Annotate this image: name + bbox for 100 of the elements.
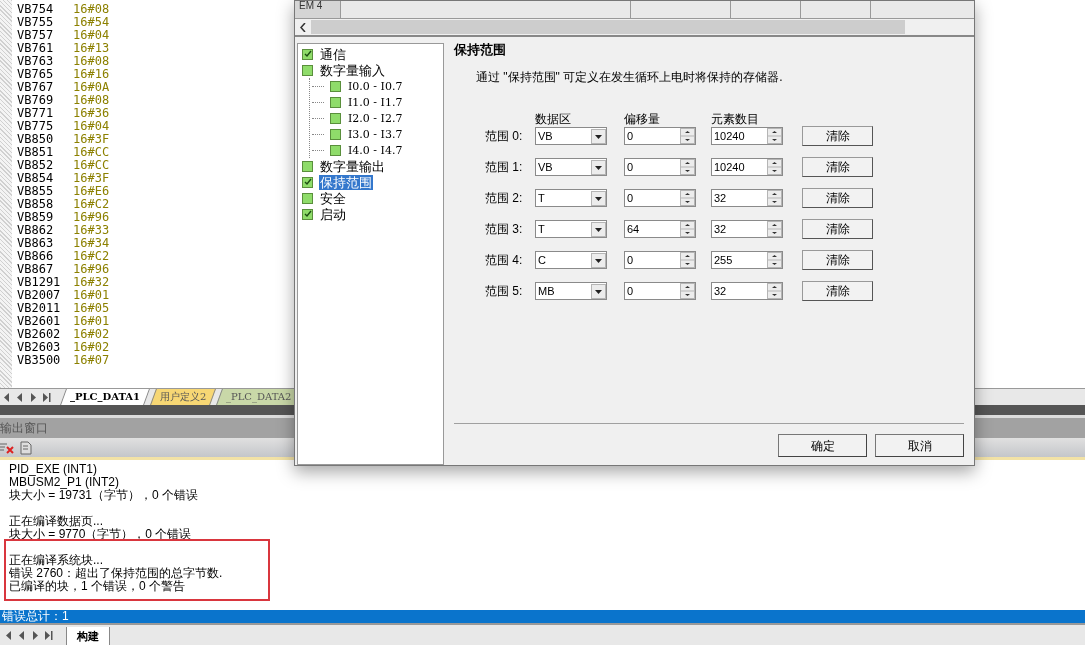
document-icon[interactable]	[20, 440, 32, 455]
output-line: 块大小 = 19731（字节），0 个错误	[9, 489, 200, 502]
clear-button[interactable]: 清除	[802, 126, 873, 146]
data-area-dropdown[interactable]: T	[535, 189, 607, 207]
tree-item[interactable]: I4.0 - I4.7	[347, 142, 404, 158]
clear-button[interactable]: 清除	[802, 188, 873, 208]
element-count-field[interactable]: 32	[711, 189, 783, 207]
address-label: VB765	[17, 68, 55, 81]
element-count-field[interactable]: 10240	[711, 158, 783, 176]
spin-arrows-icon[interactable]	[680, 128, 695, 144]
offset-field[interactable]: 0	[624, 251, 696, 269]
checkbox[interactable]	[330, 144, 341, 156]
spin-arrows-icon[interactable]	[767, 159, 782, 175]
checkbox[interactable]	[302, 208, 313, 220]
output-line: PID_EXE (INT1)	[9, 463, 99, 476]
sheet-tab[interactable]: _PLC_DATA1	[60, 389, 150, 405]
checkbox[interactable]	[302, 64, 313, 76]
clear-button[interactable]: 清除	[802, 250, 873, 270]
address-label: VB858	[17, 198, 55, 211]
spin-arrows-icon[interactable]	[767, 252, 782, 268]
data-area-dropdown[interactable]: VB	[535, 127, 607, 145]
hex-value: 16#01	[73, 315, 110, 328]
range-label: 范围 0:	[485, 128, 524, 145]
spin-arrows-icon[interactable]	[680, 159, 695, 175]
address-label: VB2007	[17, 289, 62, 302]
caret-icon	[591, 128, 606, 144]
data-area-dropdown[interactable]: T	[535, 220, 607, 238]
hex-value: 16#96	[73, 263, 110, 276]
column-header: 数据区	[535, 113, 572, 126]
spin-arrows-icon[interactable]	[680, 221, 695, 237]
hex-value: 16#13	[73, 42, 110, 55]
data-area-dropdown[interactable]: C	[535, 251, 607, 269]
description-text: 通过 "保持范围" 可定义在发生循环上电时将保持的存储器.	[475, 69, 784, 86]
spin-arrows-icon[interactable]	[767, 190, 782, 206]
checkbox[interactable]	[302, 48, 313, 60]
address-label: VB767	[17, 81, 55, 94]
offset-field[interactable]: 0	[624, 127, 696, 145]
hex-value: 16#07	[73, 354, 110, 367]
output-line: 正在编译系统块...	[9, 554, 104, 567]
hex-value: 16#08	[73, 55, 110, 68]
data-area-dropdown[interactable]: VB	[535, 158, 607, 176]
address-label: VB755	[17, 16, 55, 29]
hex-value: 16#C2	[73, 250, 110, 263]
address-label: VB1291	[17, 276, 62, 289]
checkbox[interactable]	[330, 80, 341, 92]
element-count-field[interactable]: 32	[711, 220, 783, 238]
checkbox[interactable]	[302, 160, 313, 172]
offset-field[interactable]: 0	[624, 158, 696, 176]
address-label: VB863	[17, 237, 55, 250]
tree-item[interactable]: I1.0 - I1.7	[347, 94, 404, 110]
element-count-field[interactable]: 32	[711, 282, 783, 300]
data-area-dropdown[interactable]: MB	[535, 282, 607, 300]
spin-arrows-icon[interactable]	[680, 252, 695, 268]
clear-button[interactable]: 清除	[802, 281, 873, 301]
hex-value: 16#3F	[73, 172, 110, 185]
element-count-field[interactable]: 10240	[711, 127, 783, 145]
dialog-button[interactable]: 取消	[875, 434, 964, 457]
spin-arrows-icon[interactable]	[767, 128, 782, 144]
checkbox[interactable]	[302, 192, 313, 204]
hex-value: 16#05	[73, 302, 110, 315]
tree-item[interactable]: I2.0 - I2.7	[347, 110, 404, 126]
sheet-tab[interactable]: 用户定义2	[150, 389, 217, 405]
address-label: VB855	[17, 185, 55, 198]
offset-field[interactable]: 0	[624, 282, 696, 300]
tree-item[interactable]: 数字量输出	[319, 158, 386, 174]
spin-arrows-icon[interactable]	[680, 283, 695, 299]
checkbox[interactable]	[330, 128, 341, 140]
offset-field[interactable]: 64	[624, 220, 696, 238]
checkbox[interactable]	[302, 176, 313, 188]
element-count-field[interactable]: 255	[711, 251, 783, 269]
spin-arrows-icon[interactable]	[767, 283, 782, 299]
tree-item[interactable]: I0.0 - I0.7	[347, 78, 404, 94]
output-line: 正在编译数据页...	[9, 515, 104, 528]
clear-button[interactable]: 清除	[802, 157, 873, 177]
tree-item[interactable]: 安全	[319, 190, 347, 206]
hex-value: 16#CC	[73, 159, 110, 172]
output-tab[interactable]: 构建	[66, 627, 110, 645]
hex-value: 16#08	[73, 94, 110, 107]
clear-icon[interactable]	[0, 440, 14, 455]
offset-field[interactable]: 0	[624, 189, 696, 207]
tree-item[interactable]: 通信	[319, 46, 347, 62]
clear-button[interactable]: 清除	[802, 219, 873, 239]
address-label: VB2602	[17, 328, 62, 341]
checkbox[interactable]	[330, 96, 341, 108]
address-label: VB3500	[17, 354, 62, 367]
tree-item[interactable]: 数字量输入	[319, 62, 386, 78]
spin-arrows-icon[interactable]	[680, 190, 695, 206]
hex-value: 16#54	[73, 16, 110, 29]
tree-item[interactable]: I3.0 - I3.7	[347, 126, 404, 142]
address-label: VB2011	[17, 302, 62, 315]
address-label: VB852	[17, 159, 55, 172]
column-header: 元素数目	[711, 113, 759, 126]
output-window-title: 输出窗口	[0, 420, 48, 437]
tree-item[interactable]: 保持范围	[319, 174, 373, 190]
checkbox[interactable]	[330, 112, 341, 124]
dialog-button[interactable]: 确定	[778, 434, 867, 457]
scrollbar-thumb[interactable]	[311, 20, 905, 34]
address-label: VB2603	[17, 341, 62, 354]
tree-item[interactable]: 启动	[319, 206, 347, 222]
spin-arrows-icon[interactable]	[767, 221, 782, 237]
